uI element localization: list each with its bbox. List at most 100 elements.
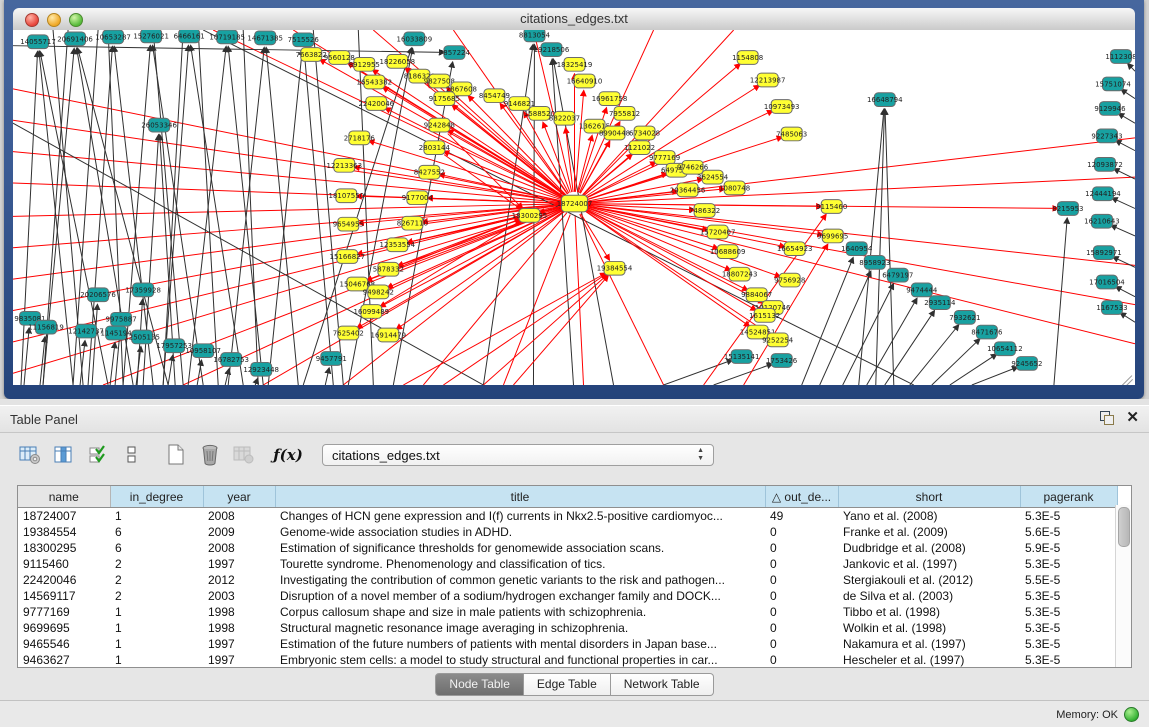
graph-node[interactable]: 9884067: [741, 288, 772, 302]
graph-node[interactable]: 10719185: [209, 30, 245, 44]
function-builder-button[interactable]: ƒ(x): [274, 441, 302, 469]
graph-node[interactable]: 18325419: [557, 57, 593, 71]
graph-node[interactable]: 12213363: [326, 158, 362, 172]
table-row[interactable]: 946362711997Embryonic stem cells: a mode…: [18, 652, 1117, 668]
graph-node[interactable]: 12213987: [750, 73, 786, 87]
graph-node[interactable]: 9457791: [316, 352, 347, 366]
table-settings-button[interactable]: [16, 441, 44, 469]
graph-node[interactable]: 1154808: [732, 51, 763, 65]
graph-node[interactable]: 1121022: [624, 141, 655, 155]
graph-node[interactable]: 10973493: [764, 100, 800, 114]
graph-node[interactable]: 1640954: [841, 242, 873, 256]
graph-node[interactable]: 7932621: [949, 310, 980, 324]
graph-node[interactable]: 12923448: [243, 362, 279, 376]
close-panel-icon[interactable]: ✕: [1126, 411, 1139, 425]
graph-node[interactable]: 15276021: [133, 30, 169, 43]
svg-text:16961758: 16961758: [592, 95, 628, 103]
graph-node[interactable]: 18226058: [380, 55, 416, 69]
table-row[interactable]: 1456911722003Disruption of a novel membe…: [18, 588, 1117, 604]
graph-node[interactable]: 6479197: [882, 268, 913, 282]
table-row[interactable]: 969969511998Structural magnetic resonanc…: [18, 620, 1117, 636]
graph-node[interactable]: 20691406: [57, 32, 93, 46]
network-window-titlebar[interactable]: citations_edges.txt: [13, 8, 1135, 31]
table-row[interactable]: 1938455462009Genome-wide association stu…: [18, 524, 1117, 540]
graph-node[interactable]: 8267110: [397, 216, 428, 230]
graph-node[interactable]: 15751074: [1095, 77, 1131, 91]
graph-node[interactable]: 16961758: [592, 92, 628, 106]
graph-node[interactable]: 6466161: [174, 30, 205, 43]
graph-node[interactable]: 1112308: [1105, 50, 1135, 64]
column-header-title[interactable]: title: [275, 486, 765, 508]
graph-node[interactable]: 10653287: [95, 30, 131, 44]
row-height-button[interactable]: [118, 441, 146, 469]
graph-node[interactable]: 2718176: [344, 131, 375, 145]
graph-node[interactable]: 8813054: [519, 30, 551, 42]
table-row[interactable]: 2242004622012Investigating the contribut…: [18, 572, 1117, 588]
graph-node[interactable]: 9227343: [1091, 129, 1122, 143]
new-table-button[interactable]: [162, 441, 190, 469]
graph-node[interactable]: 1753426: [766, 354, 797, 368]
column-header-in_degree[interactable]: in_degree: [110, 486, 203, 508]
column-header-out_de[interactable]: △ out_de...: [765, 486, 838, 508]
network-view[interactable]: 1872400776638229560128891295518226058818…: [13, 30, 1135, 385]
delete-table-button[interactable]: [196, 441, 224, 469]
import-table-button-disabled[interactable]: [230, 441, 258, 469]
table-scrollbar[interactable]: [1115, 505, 1131, 667]
table-row[interactable]: 946554611997Estimation of the future num…: [18, 636, 1117, 652]
table-row[interactable]: 977716911998Corpus callosum shape and si…: [18, 604, 1117, 620]
column-header-year[interactable]: year: [203, 486, 275, 508]
graph-node[interactable]: 12444194: [1085, 187, 1121, 201]
graph-node[interactable]: 12093872: [1087, 157, 1123, 171]
tab-edge-table[interactable]: Edge Table: [524, 673, 611, 696]
graph-node[interactable]: 5878332: [373, 262, 404, 276]
graph-node[interactable]: 8215953: [1052, 202, 1083, 216]
graph-node[interactable]: 6734028: [629, 126, 660, 140]
graph-node[interactable]: 7485063: [776, 127, 807, 141]
graph-node[interactable]: 9975887: [106, 312, 137, 326]
graph-node[interactable]: 26053346: [141, 118, 177, 132]
graph-node[interactable]: 20206576: [80, 288, 116, 302]
column-header-name[interactable]: name: [18, 486, 110, 508]
tab-network-table[interactable]: Network Table: [611, 673, 714, 696]
graph-node[interactable]: 9654955: [333, 217, 364, 231]
graph-node[interactable]: 16654923: [777, 242, 813, 256]
graph-node[interactable]: 9756928: [774, 273, 805, 287]
graph-node[interactable]: 15166827: [330, 250, 366, 264]
column-header-pagerank[interactable]: pagerank: [1020, 486, 1117, 508]
table-row[interactable]: 1872400712008Changes of HCN gene express…: [18, 508, 1117, 525]
memory-status-indicator[interactable]: [1124, 707, 1139, 722]
graph-node[interactable]: 18724007: [557, 195, 593, 212]
column-header-short[interactable]: short: [838, 486, 1020, 508]
graph-node[interactable]: 16099489: [354, 305, 390, 319]
tab-node-table[interactable]: Node Table: [435, 673, 524, 696]
graph-node[interactable]: 20364456: [670, 183, 706, 197]
graph-node[interactable]: 14671385: [247, 31, 283, 45]
graph-node[interactable]: 9474444: [906, 283, 938, 297]
graph-node[interactable]: 9115460: [816, 200, 847, 214]
graph-node[interactable]: 16648794: [867, 93, 903, 107]
graph-node[interactable]: 18107550: [329, 189, 365, 203]
graph-node[interactable]: 10688609: [710, 245, 746, 259]
graph-node[interactable]: 8471676: [971, 325, 1002, 339]
graph-node[interactable]: 8958923: [859, 256, 890, 270]
graph-node[interactable]: 17016504: [1089, 275, 1125, 289]
graph-node[interactable]: 16033809: [397, 32, 433, 46]
window-resize-grip[interactable]: [1120, 370, 1134, 384]
table-row[interactable]: 911546021997Tourette syndrome. Phenomeno…: [18, 556, 1117, 572]
graph-node[interactable]: 9245652: [1011, 357, 1042, 371]
graph-node[interactable]: 9129946: [1094, 102, 1125, 116]
table-source-select[interactable]: citations_edges.txt ▲▼: [322, 444, 714, 466]
graph-node[interactable]: 16210643: [1084, 214, 1120, 228]
graph-node[interactable]: 19384554: [597, 261, 633, 275]
table-scrollbar-thumb[interactable]: [1118, 507, 1130, 547]
graph-node[interactable]: 8427552: [414, 165, 445, 179]
float-panel-icon[interactable]: [1100, 411, 1114, 425]
graph-node[interactable]: 10654112: [987, 342, 1023, 356]
network-window[interactable]: citations_edges.txt 18724007766382295601…: [4, 0, 1144, 399]
table-row[interactable]: 1830029562008Estimation of significance …: [18, 540, 1117, 556]
graph-node[interactable]: 16640910: [567, 74, 603, 88]
graph-node[interactable]: 15892971: [1086, 246, 1122, 260]
select-rows-button[interactable]: [84, 441, 112, 469]
show-columns-button[interactable]: [50, 441, 78, 469]
svg-text:10654112: 10654112: [987, 345, 1023, 353]
